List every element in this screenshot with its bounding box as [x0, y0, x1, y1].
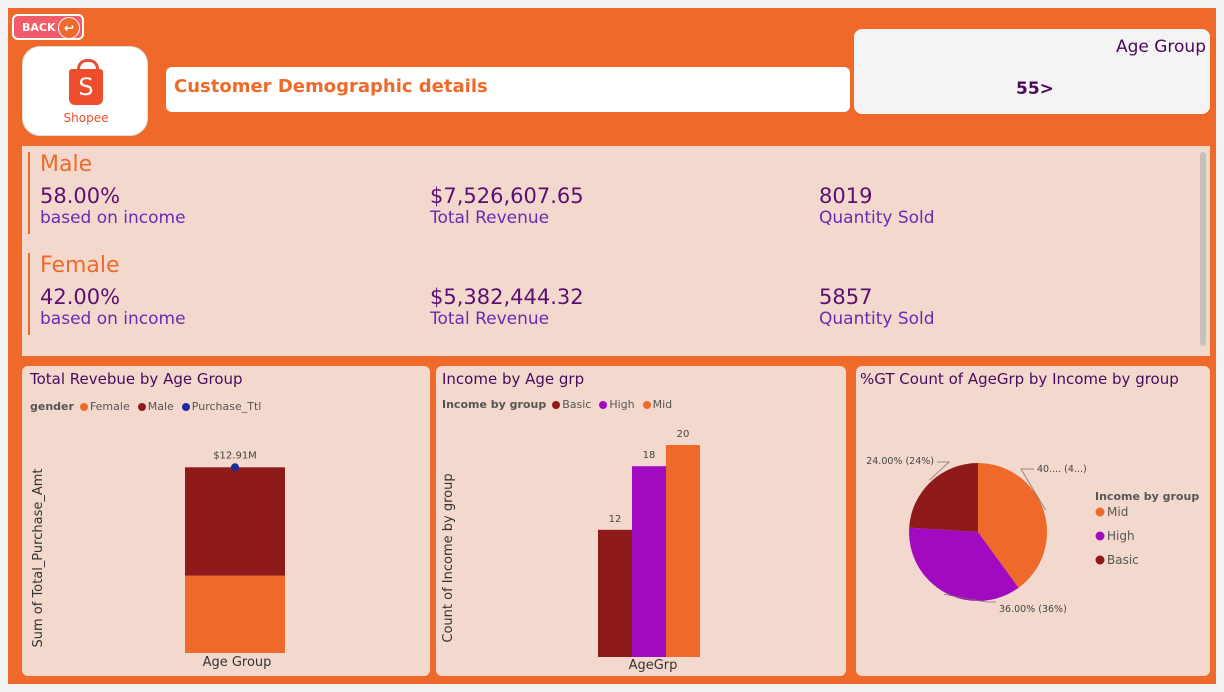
bar-basic: [598, 529, 632, 657]
revenue-metric: $5,382,444.32 Total Revenue: [430, 285, 584, 329]
gender-cards-panel: Male 58.00% based on income $7,526,607.6…: [22, 146, 1210, 356]
back-button[interactable]: BACK ↩: [12, 14, 84, 40]
revenue-metric: $7,526,607.65 Total Revenue: [430, 184, 584, 228]
income-share-pie-panel: %GT Count of AgeGrp by Income by group I…: [856, 366, 1210, 676]
bar-mid: [666, 445, 700, 657]
pie-slice-basic: [909, 463, 978, 532]
legend-dot-icon: [1095, 555, 1105, 565]
x-axis-label: Age Group: [203, 655, 272, 670]
income-share-metric: 58.00% based on income: [40, 184, 186, 228]
male-card: Male 58.00% based on income $7,526,607.6…: [28, 152, 1180, 234]
quantity-label: Quantity Sold: [819, 208, 935, 228]
legend-label: Mid: [1107, 505, 1128, 519]
income-share-pie-chart: Income by group 40.... (4...) 36.00% (36%…: [866, 456, 1199, 615]
income-share-metric: 42.00% based on income: [40, 285, 186, 329]
data-label: 24.00% (24%): [866, 456, 934, 467]
legend-label: Basic: [1107, 553, 1139, 567]
income-by-age-chart: Count of Income by group AgeGrp 12 18 20: [441, 429, 700, 673]
income-share-value: 58.00%: [40, 184, 121, 208]
shopee-logo: S Shopee: [22, 46, 148, 136]
revenue-label: Total Revenue: [430, 208, 550, 228]
gender-label: Male: [40, 152, 93, 177]
age-group-slicer[interactable]: Age Group 55>: [854, 29, 1210, 114]
back-arrow-icon: ↩: [58, 17, 80, 39]
age-group-slicer-value[interactable]: 55>: [1016, 79, 1054, 99]
bar-high: [632, 466, 666, 657]
marker-purchase-ttl: [231, 463, 239, 472]
legend-dot-icon: [1095, 507, 1105, 517]
y-axis-label: Sum of Total_Purchase_Amt: [31, 469, 46, 648]
data-label: 12: [609, 514, 622, 525]
data-label: 40.... (4...): [1037, 464, 1087, 475]
age-group-slicer-title: Age Group: [1115, 37, 1206, 57]
y-axis-label: Count of Income by group: [441, 473, 456, 642]
legend-label: High: [1107, 529, 1135, 543]
income-share-label: based on income: [40, 309, 186, 329]
legend-dot-icon: [1095, 531, 1105, 541]
revenue-label: Total Revenue: [430, 309, 550, 329]
back-button-label: BACK: [22, 20, 56, 34]
data-label: $12.91M: [213, 450, 257, 461]
income-by-age-panel: Income by Age grp Income by group Basic …: [436, 366, 846, 676]
quantity-value: 5857: [819, 285, 873, 309]
data-label: 36.00% (36%): [999, 604, 1067, 615]
revenue-by-age-chart: Sum of Total_Purchase_Amt Age Group $12.…: [31, 450, 285, 670]
female-card: Female 42.00% based on income $5,382,444…: [28, 253, 1180, 335]
legend-title: Income by group: [1095, 490, 1199, 503]
quantity-metric: 5857 Quantity Sold: [819, 285, 935, 329]
scrollbar[interactable]: [1200, 152, 1206, 346]
quantity-label: Quantity Sold: [819, 309, 935, 329]
data-label: 18: [643, 450, 656, 461]
income-share-value: 42.00%: [40, 285, 121, 309]
page-title: Customer Demographic details: [174, 76, 488, 97]
bar-male: [185, 467, 285, 576]
shopping-bag-icon: S: [69, 69, 103, 105]
quantity-value: 8019: [819, 184, 873, 208]
revenue-by-age-panel: Total Revebue by Age Group gender Female…: [22, 366, 430, 676]
revenue-value: $7,526,607.65: [430, 184, 584, 208]
data-label: 20: [677, 429, 690, 440]
logo-text: Shopee: [63, 111, 109, 125]
bar-female: [185, 575, 285, 653]
x-axis-label: AgeGrp: [629, 658, 678, 673]
gender-label: Female: [40, 253, 120, 278]
page-title-box: Customer Demographic details: [166, 67, 850, 112]
revenue-value: $5,382,444.32: [430, 285, 584, 309]
quantity-metric: 8019 Quantity Sold: [819, 184, 935, 228]
income-share-label: based on income: [40, 208, 186, 228]
